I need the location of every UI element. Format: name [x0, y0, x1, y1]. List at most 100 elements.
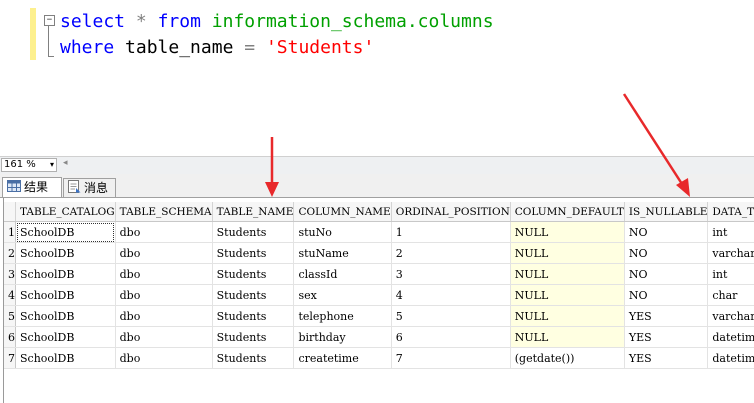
grid-cell[interactable]: NULL: [510, 263, 625, 285]
grid-cell[interactable]: YES: [624, 326, 709, 348]
row-number[interactable]: 1: [4, 221, 16, 243]
grid-cell[interactable]: SchoolDB: [15, 305, 116, 327]
operator-equals: =: [244, 37, 256, 58]
grid-cell[interactable]: char: [707, 284, 754, 306]
table-row[interactable]: 7 SchoolDB dbo Students createtime 7 (getdate(…: [4, 347, 754, 369]
grid-cell[interactable]: 4: [391, 284, 511, 306]
table-row[interactable]: 1SchoolDBdboStudentsstuNo1NULLNOintN: [4, 221, 754, 243]
grid-cell[interactable]: Students: [212, 326, 295, 348]
grid-cell[interactable]: SchoolDB: [15, 263, 116, 285]
grid-cell[interactable]: Students: [212, 221, 295, 243]
column-header[interactable]: TABLE_NAME: [212, 202, 295, 222]
grid-cell[interactable]: 6: [391, 326, 511, 348]
row-number[interactable]: 6: [4, 326, 16, 348]
table-row[interactable]: 3SchoolDBdboStudentsclassId3NULLNOintN: [4, 263, 754, 285]
row-number[interactable]: 4: [4, 284, 16, 306]
operator-star: *: [135, 11, 147, 32]
grid-cell[interactable]: SchoolDB: [15, 242, 116, 264]
grid-cell[interactable]: Students: [212, 284, 295, 306]
zoom-value: 161 %: [4, 159, 36, 170]
grid-cell[interactable]: datetime: [707, 347, 754, 369]
grid-cell[interactable]: NO: [624, 263, 709, 285]
code-line-2[interactable]: where table_name = 'Students': [60, 35, 374, 61]
table-row[interactable]: 5 SchoolDB dbo Students telephone 5 NULL YES var…: [4, 305, 754, 327]
grid-cell[interactable]: SchoolDB: [15, 326, 116, 348]
grid-cell[interactable]: sex: [293, 284, 392, 306]
identifier-table-name: table_name: [125, 37, 234, 58]
grid-cell[interactable]: SchoolDB: [15, 284, 116, 306]
grid-cell[interactable]: NO: [624, 221, 709, 243]
grid-cell[interactable]: dbo: [115, 263, 213, 285]
grid-cell[interactable]: dbo: [115, 347, 213, 369]
grid-cell[interactable]: NO: [624, 242, 709, 264]
column-header[interactable]: ORDINAL_POSITION: [391, 202, 511, 222]
column-header[interactable]: COLUMN_DEFAULT: [510, 202, 625, 222]
grid-cell[interactable]: stuNo: [293, 221, 392, 243]
grid-cell[interactable]: Students: [212, 305, 295, 327]
fold-guide-line: [48, 26, 49, 56]
grid-cell[interactable]: Students: [212, 242, 295, 264]
keyword-where: where: [60, 37, 115, 58]
table-row[interactable]: 2 SchoolDB dbo Students stuName 2 NULL NO varcha…: [4, 242, 754, 264]
grid-cell[interactable]: dbo: [115, 242, 213, 264]
grid-cell[interactable]: SchoolDB: [15, 221, 116, 243]
row-number-header[interactable]: [4, 202, 16, 222]
grid-cell[interactable]: Students: [212, 263, 295, 285]
zoom-bar: 161 % ▾ ◂: [0, 156, 754, 174]
grid-cell[interactable]: NULL: [510, 242, 625, 264]
grid-cell[interactable]: dbo: [115, 326, 213, 348]
query-editor[interactable]: − select * from information_schema.colum…: [0, 0, 754, 156]
grid-cell[interactable]: NO: [624, 284, 709, 306]
row-number[interactable]: 7: [4, 347, 16, 369]
tab-messages[interactable]: 消息: [63, 178, 116, 197]
grid-cell[interactable]: YES: [624, 347, 709, 369]
grid-cell[interactable]: dbo: [115, 221, 213, 243]
table-row[interactable]: 6 SchoolDB dbo Students birthday 6 NULL YES date…: [4, 326, 754, 348]
grid-cell[interactable]: NULL: [510, 326, 625, 348]
keyword-select: select: [60, 11, 126, 32]
grid-cell[interactable]: NULL: [510, 221, 625, 243]
grid-cell[interactable]: SchoolDB: [15, 347, 116, 369]
grid-cell[interactable]: varchar: [707, 242, 754, 264]
results-grid[interactable]: TABLE_CATALOG TABLE_SCHEMA TABLE_NAME COLUM…: [4, 202, 754, 369]
column-header[interactable]: TABLE_SCHEMA: [115, 202, 213, 222]
grid-cell[interactable]: dbo: [115, 305, 213, 327]
grid-cell[interactable]: telephone: [293, 305, 392, 327]
table-row[interactable]: 4SchoolDBdboStudentssex4NULLNOchar2: [4, 284, 754, 306]
grid-cell[interactable]: NULL: [510, 284, 625, 306]
grid-cell[interactable]: dbo: [115, 284, 213, 306]
tab-results[interactable]: 结果: [2, 177, 62, 197]
grid-cell[interactable]: int: [707, 263, 754, 285]
row-number[interactable]: 3: [4, 263, 16, 285]
code-line-1[interactable]: select * from information_schema.columns: [60, 9, 494, 35]
column-header[interactable]: TABLE_CATALOG: [15, 202, 116, 222]
column-header[interactable]: COLUMN_NAME: [293, 202, 392, 222]
grid-cell[interactable]: datetime: [707, 326, 754, 348]
row-number[interactable]: 2: [4, 242, 16, 264]
grid-cell[interactable]: createtime: [293, 347, 392, 369]
grid-cell[interactable]: 2: [391, 242, 511, 264]
collapse-toggle[interactable]: −: [44, 15, 55, 26]
grid-cell[interactable]: stuName: [293, 242, 392, 264]
grid-cell[interactable]: YES: [624, 305, 709, 327]
grid-cell[interactable]: 1: [391, 221, 511, 243]
grid-cell[interactable]: int: [707, 221, 754, 243]
grid-cell[interactable]: birthday: [293, 326, 392, 348]
grid-cell[interactable]: Students: [212, 347, 295, 369]
message-icon: [68, 179, 81, 198]
fold-guide-end: [48, 56, 54, 57]
grid-cell[interactable]: 7: [391, 347, 511, 369]
column-header[interactable]: DATA_TYPE: [707, 202, 754, 222]
scroll-left-icon[interactable]: ◂: [63, 158, 68, 168]
grid-cell[interactable]: varchar: [707, 305, 754, 327]
grid-cell[interactable]: classId: [293, 263, 392, 285]
grid-cell[interactable]: NULL: [510, 305, 625, 327]
row-number[interactable]: 5: [4, 305, 16, 327]
grid-cell[interactable]: 5: [391, 305, 511, 327]
grid-cell[interactable]: 3: [391, 263, 511, 285]
tab-messages-label: 消息: [84, 181, 109, 195]
grid-cell[interactable]: (getdate()): [510, 347, 625, 369]
column-header[interactable]: IS_NULLABLE: [624, 202, 709, 222]
grid-icon: [7, 179, 21, 197]
zoom-select[interactable]: 161 % ▾: [1, 158, 57, 172]
